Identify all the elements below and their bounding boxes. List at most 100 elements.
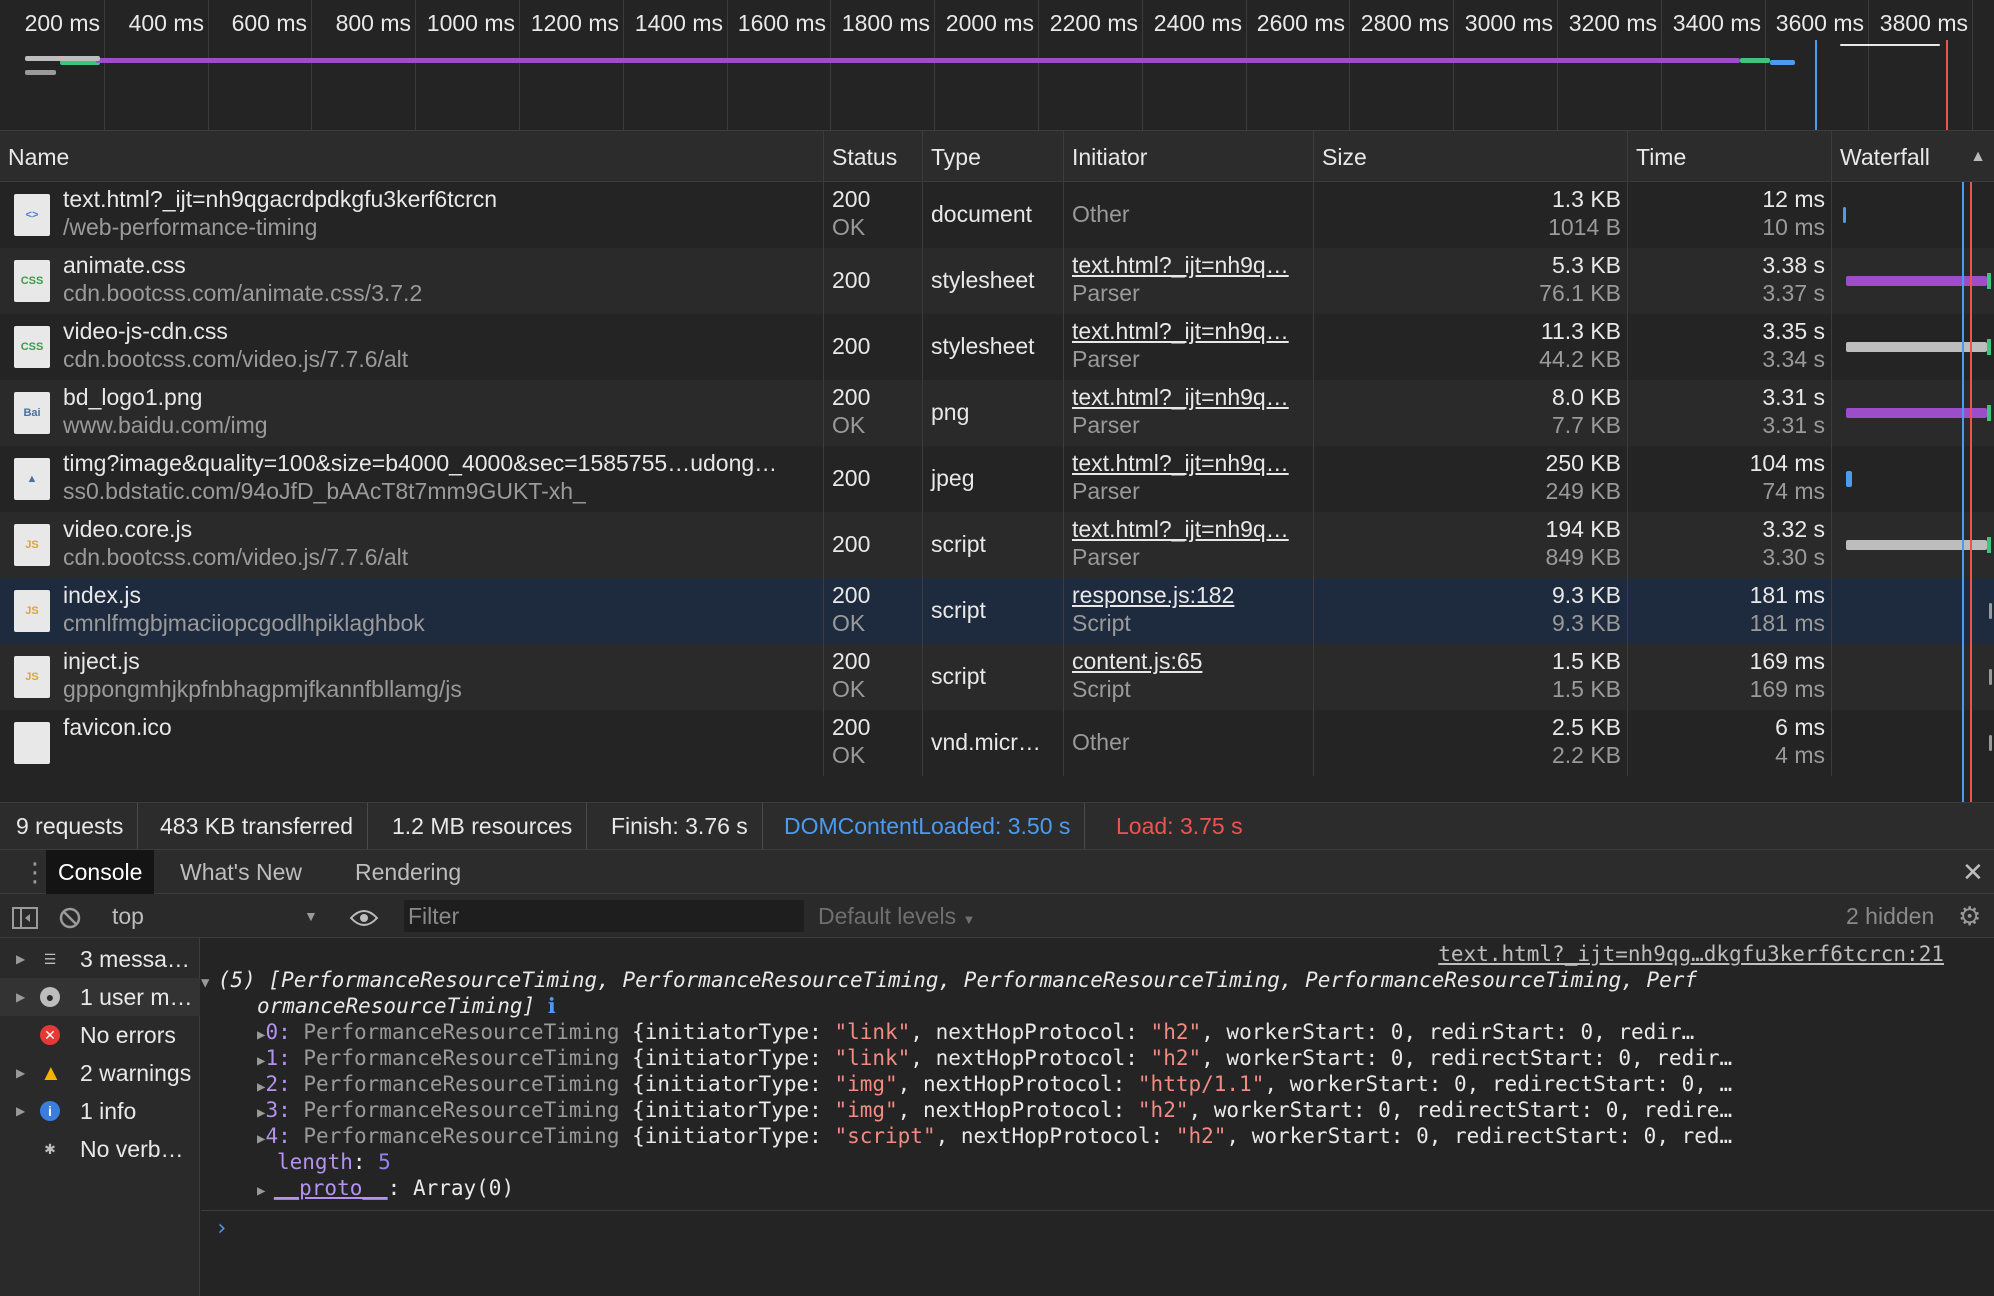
initiator-link[interactable]: text.html?_ijt=nh9q… xyxy=(1072,252,1289,279)
initiator-link[interactable]: text.html?_ijt=nh9q… xyxy=(1072,516,1289,543)
size-cell: 5.3 KB 76.1 KB xyxy=(1314,248,1628,314)
tab-whats-new[interactable]: What's New xyxy=(168,850,314,894)
clear-console-icon[interactable] xyxy=(58,894,82,938)
entry-class: PerformanceResourceTiming xyxy=(303,1072,620,1096)
timeline-tick-label: 200 ms xyxy=(24,10,100,36)
table-row[interactable]: JS inject.js gppongmhjkpfnbhagpmjfkannfbll… xyxy=(0,644,1994,710)
proto-key: __proto__ xyxy=(273,1176,388,1200)
status-text: OK xyxy=(832,676,866,702)
initiator-link[interactable]: text.html?_ijt=nh9q… xyxy=(1072,384,1289,411)
sidebar-item-error[interactable]: ✕ No errors xyxy=(0,1016,200,1054)
table-row[interactable]: JS index.js cmnlfmgbjmaciiopcgodlhpiklaghb… xyxy=(0,578,1994,644)
request-name[interactable]: animate.css xyxy=(63,252,186,279)
time-cell: 3.31 s 3.31 s xyxy=(1628,380,1832,446)
console-array-header-cont[interactable]: ormanceResourceTiming] ℹ xyxy=(257,994,556,1018)
request-name[interactable]: favicon.ico xyxy=(63,714,172,741)
waterfall-bar xyxy=(1846,540,1987,550)
column-header-status[interactable]: Status xyxy=(824,131,923,183)
request-latency: 3.31 s xyxy=(1762,412,1825,438)
request-name[interactable]: inject.js xyxy=(63,648,140,675)
expand-triangle-icon[interactable]: ▶ xyxy=(16,978,25,1016)
sidebar-item-list[interactable]: ▶ ☰ 3 messa… xyxy=(0,940,200,978)
console-array-entry[interactable]: ▶2: PerformanceResourceTiming {initiator… xyxy=(257,1072,1987,1096)
network-overview[interactable]: 200 ms 400 ms 600 ms 800 ms 1000 ms 1200 ms 14… xyxy=(0,0,1994,130)
console-prompt-icon[interactable]: › xyxy=(215,1216,228,1241)
resource-type: stylesheet xyxy=(931,267,1035,293)
request-url: cdn.bootcss.com/video.js/7.7.6/alt xyxy=(63,346,409,372)
request-name[interactable]: timg?image&quality=100&size=b4000_4000&s… xyxy=(63,450,777,477)
table-row[interactable]: CSS video-js-cdn.css cdn.bootcss.com/video… xyxy=(0,314,1994,380)
timeline-tick-label: 2800 ms xyxy=(1360,10,1449,36)
table-row[interactable]: <> text.html?_ijt=nh9qgacrdpdkgfu3kerf6tc… xyxy=(0,182,1994,248)
sidebar-item-info[interactable]: ▶ i 1 info xyxy=(0,1092,200,1130)
initiator-link[interactable]: content.js:65 xyxy=(1072,648,1202,675)
transfer-size: 250 KB xyxy=(1545,450,1621,476)
sidebar-item-warning[interactable]: ▶ ▲ 2 warnings xyxy=(0,1054,200,1092)
console-array-header[interactable]: ▼ (5) [PerformanceResourceTiming, Perfor… xyxy=(201,968,1697,992)
initiator-link[interactable]: text.html?_ijt=nh9q… xyxy=(1072,450,1289,477)
initiator-link[interactable]: text.html?_ijt=nh9q… xyxy=(1072,318,1289,345)
timeline-tick-label: 2600 ms xyxy=(1256,10,1345,36)
expand-triangle-icon[interactable]: ▶ xyxy=(16,1092,25,1130)
sidebar-item-user[interactable]: ▶ ● 1 user m… xyxy=(0,978,200,1016)
expand-triangle-icon[interactable]: ▶ xyxy=(16,1054,25,1092)
log-levels-dropdown[interactable]: Default levels ▼ xyxy=(818,894,975,938)
type-cell: script xyxy=(923,644,1064,710)
table-row[interactable]: Bai bd_logo1.png www.baidu.com/img 200 OK png… xyxy=(0,380,1994,446)
console-array-entry[interactable]: ▶0: PerformanceResourceTiming {initiator… xyxy=(257,1020,1987,1044)
table-row[interactable]: CSS animate.css cdn.bootcss.com/animate.cs… xyxy=(0,248,1994,314)
table-row[interactable]: favicon.ico 200 OK vnd.micr… Other 2.5 KB 2.2 … xyxy=(0,710,1994,776)
tab-console[interactable]: Console xyxy=(46,850,155,894)
context-dropdown-icon[interactable]: ▼ xyxy=(304,894,318,938)
table-row[interactable]: JS video.core.js cdn.bootcss.com/video.js/… xyxy=(0,512,1994,578)
console-proto-line[interactable]: ▶ __proto__: Array(0) xyxy=(257,1176,514,1200)
console-settings-gear-icon[interactable]: ⚙ xyxy=(1958,894,1981,938)
tab-rendering[interactable]: Rendering xyxy=(343,850,473,894)
request-latency: 3.30 s xyxy=(1762,544,1825,570)
console-output[interactable]: text.html?_ijt=nh9qg…dkgfu3kerf6tcrcn:21… xyxy=(201,938,1994,1296)
blank-file-icon xyxy=(14,722,50,764)
: , xyxy=(1201,1046,1227,1070)
console-array-entry[interactable]: ▶3: PerformanceResourceTiming {initiator… xyxy=(257,1098,1987,1122)
initiator-link[interactable]: response.js:182 xyxy=(1072,582,1234,609)
request-name[interactable]: video.core.js xyxy=(63,516,192,543)
context-selector[interactable]: top xyxy=(112,894,144,938)
live-expression-eye-icon[interactable] xyxy=(349,894,379,938)
column-header-type[interactable]: Type xyxy=(923,131,1064,183)
column-header-initiator[interactable]: Initiator xyxy=(1064,131,1314,183)
: : xyxy=(1125,1046,1151,1070)
entry-class: PerformanceResourceTiming xyxy=(303,1098,620,1122)
entry-tail: redirStart: 0, redir… xyxy=(1428,1020,1695,1044)
sidebar-item-bug[interactable]: ✱ No verb… xyxy=(0,1130,200,1168)
summary-transferred: 483 KB transferred xyxy=(146,803,369,849)
request-name[interactable]: video-js-cdn.css xyxy=(63,318,228,345)
expand-triangle-icon[interactable]: ▶ xyxy=(16,940,25,978)
console-source-link[interactable]: text.html?_ijt=nh9qg…dkgfu3kerf6tcrcn:21 xyxy=(1438,942,1944,966)
entry-key: initiatorType xyxy=(644,1046,810,1070)
column-header-waterfall[interactable]: Waterfall ▲ xyxy=(1832,131,1994,183)
css-file-icon: CSS xyxy=(14,260,50,302)
close-drawer-icon[interactable]: ✕ xyxy=(1950,850,1994,894)
: , xyxy=(1201,1020,1227,1044)
status-cell: 200 xyxy=(824,248,923,314)
console-array-entry[interactable]: ▶1: PerformanceResourceTiming {initiator… xyxy=(257,1046,1987,1070)
console-filter-input[interactable] xyxy=(404,900,804,932)
initiator-cell: Other xyxy=(1064,710,1314,776)
summary-requests: 9 requests xyxy=(2,803,139,849)
timeline-tick-label: 1200 ms xyxy=(530,10,619,36)
console-array-entry[interactable]: ▶4: PerformanceResourceTiming {initiator… xyxy=(257,1124,1987,1148)
request-name[interactable]: text.html?_ijt=nh9qgacrdpdkgfu3kerf6tcrc… xyxy=(63,186,497,213)
console-length-line[interactable]: length: 5 xyxy=(277,1150,391,1174)
user-icon: ● xyxy=(40,987,60,1007)
entry-index: 4 xyxy=(265,1124,279,1148)
column-header-size[interactable]: Size xyxy=(1314,131,1628,183)
sidebar-toggle-icon[interactable] xyxy=(12,894,38,938)
request-name[interactable]: index.js xyxy=(63,582,141,609)
column-header-name[interactable]: Name xyxy=(0,131,824,183)
type-cell: png xyxy=(923,380,1064,446)
request-name[interactable]: bd_logo1.png xyxy=(63,384,202,411)
size-cell: 2.5 KB 2.2 KB xyxy=(1314,710,1628,776)
initiator-cell: text.html?_ijt=nh9q… Parser xyxy=(1064,380,1314,446)
table-row[interactable]: ▲ timg?image&quality=100&size=b4000_4000&… xyxy=(0,446,1994,512)
column-header-time[interactable]: Time xyxy=(1628,131,1832,183)
